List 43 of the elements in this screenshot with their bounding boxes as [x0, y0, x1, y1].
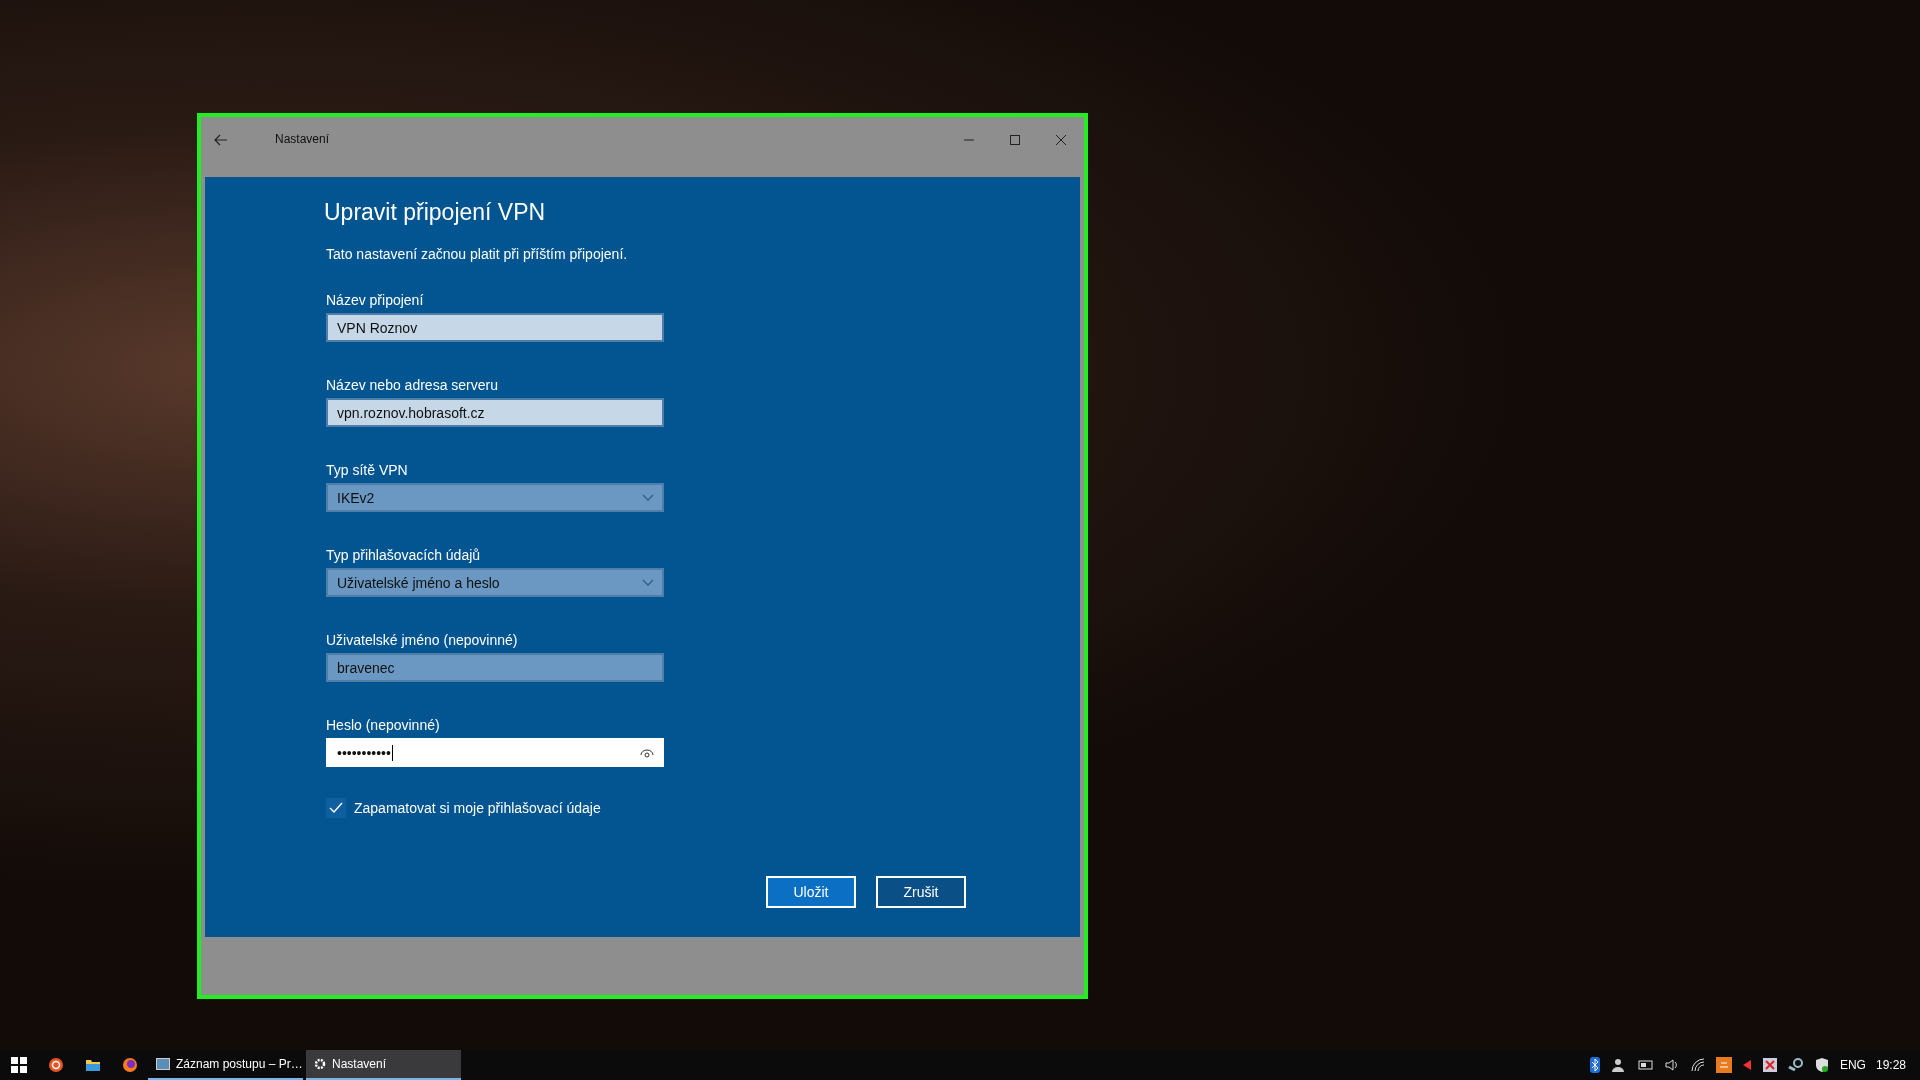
save-button[interactable]: Uložit	[766, 876, 856, 908]
field-label: Heslo (nepovinné)	[326, 717, 441, 733]
field-label: Název připojení	[326, 292, 425, 308]
maximize-icon	[1010, 135, 1020, 145]
folder-icon	[84, 1057, 101, 1073]
taskbar-window-button[interactable]: Nastavení	[306, 1050, 461, 1080]
speaker-icon	[1663, 1057, 1680, 1073]
close-icon	[1056, 135, 1066, 145]
taskbar-window-button[interactable]: Záznam postupu – Pr…	[148, 1050, 303, 1080]
input-field[interactable]: vpn.roznov.hobrasoft.cz	[326, 398, 664, 427]
bluetooth-icon	[1589, 1057, 1600, 1073]
field-label: Uživatelské jméno (nepovinné)	[326, 632, 519, 648]
cancel-button[interactable]: Zrušit	[876, 876, 966, 908]
window-icon	[156, 1058, 170, 1070]
windows-logo-icon	[10, 1057, 27, 1073]
description-text: Tato nastavení začnou platit při příštím připojení.	[326, 246, 629, 262]
field-label: Typ přihlašovacích údajů	[326, 547, 482, 563]
field-label: Typ sítě VPN	[326, 462, 409, 478]
window-title: Nastavení	[275, 132, 331, 146]
input-field[interactable]: •••••••••••	[326, 738, 664, 767]
chevron-down-icon	[642, 578, 654, 587]
ring-logo-icon	[47, 1057, 64, 1073]
shield-icon	[1813, 1057, 1830, 1073]
clock-text[interactable]: 19:28	[1875, 1058, 1906, 1072]
flag-icon	[1741, 1057, 1752, 1073]
gear-icon	[314, 1058, 326, 1070]
person-icon	[1609, 1057, 1626, 1073]
field-label: Název nebo adresa serveru	[326, 377, 499, 393]
page-heading: Upravit připojení VPN	[324, 199, 547, 226]
battery-icon	[1635, 1059, 1654, 1071]
wifi-icon	[1689, 1057, 1706, 1073]
language-indicator[interactable]: ENG	[1839, 1058, 1866, 1072]
back-arrow-icon	[214, 134, 228, 146]
checkbox-label: Zapamatovat si moje přihlašovací údaje	[354, 800, 601, 816]
checkmark-icon	[329, 802, 343, 814]
eye-icon	[640, 747, 654, 758]
crossed-window-icon	[1761, 1057, 1778, 1073]
app-tray-icon	[1715, 1057, 1732, 1073]
checkbox[interactable]	[326, 798, 346, 818]
chevron-down-icon	[642, 493, 654, 502]
input-field[interactable]: VPN Roznov	[326, 313, 664, 342]
fox-globe-icon	[121, 1057, 138, 1073]
steam-logo-icon	[1787, 1057, 1804, 1073]
